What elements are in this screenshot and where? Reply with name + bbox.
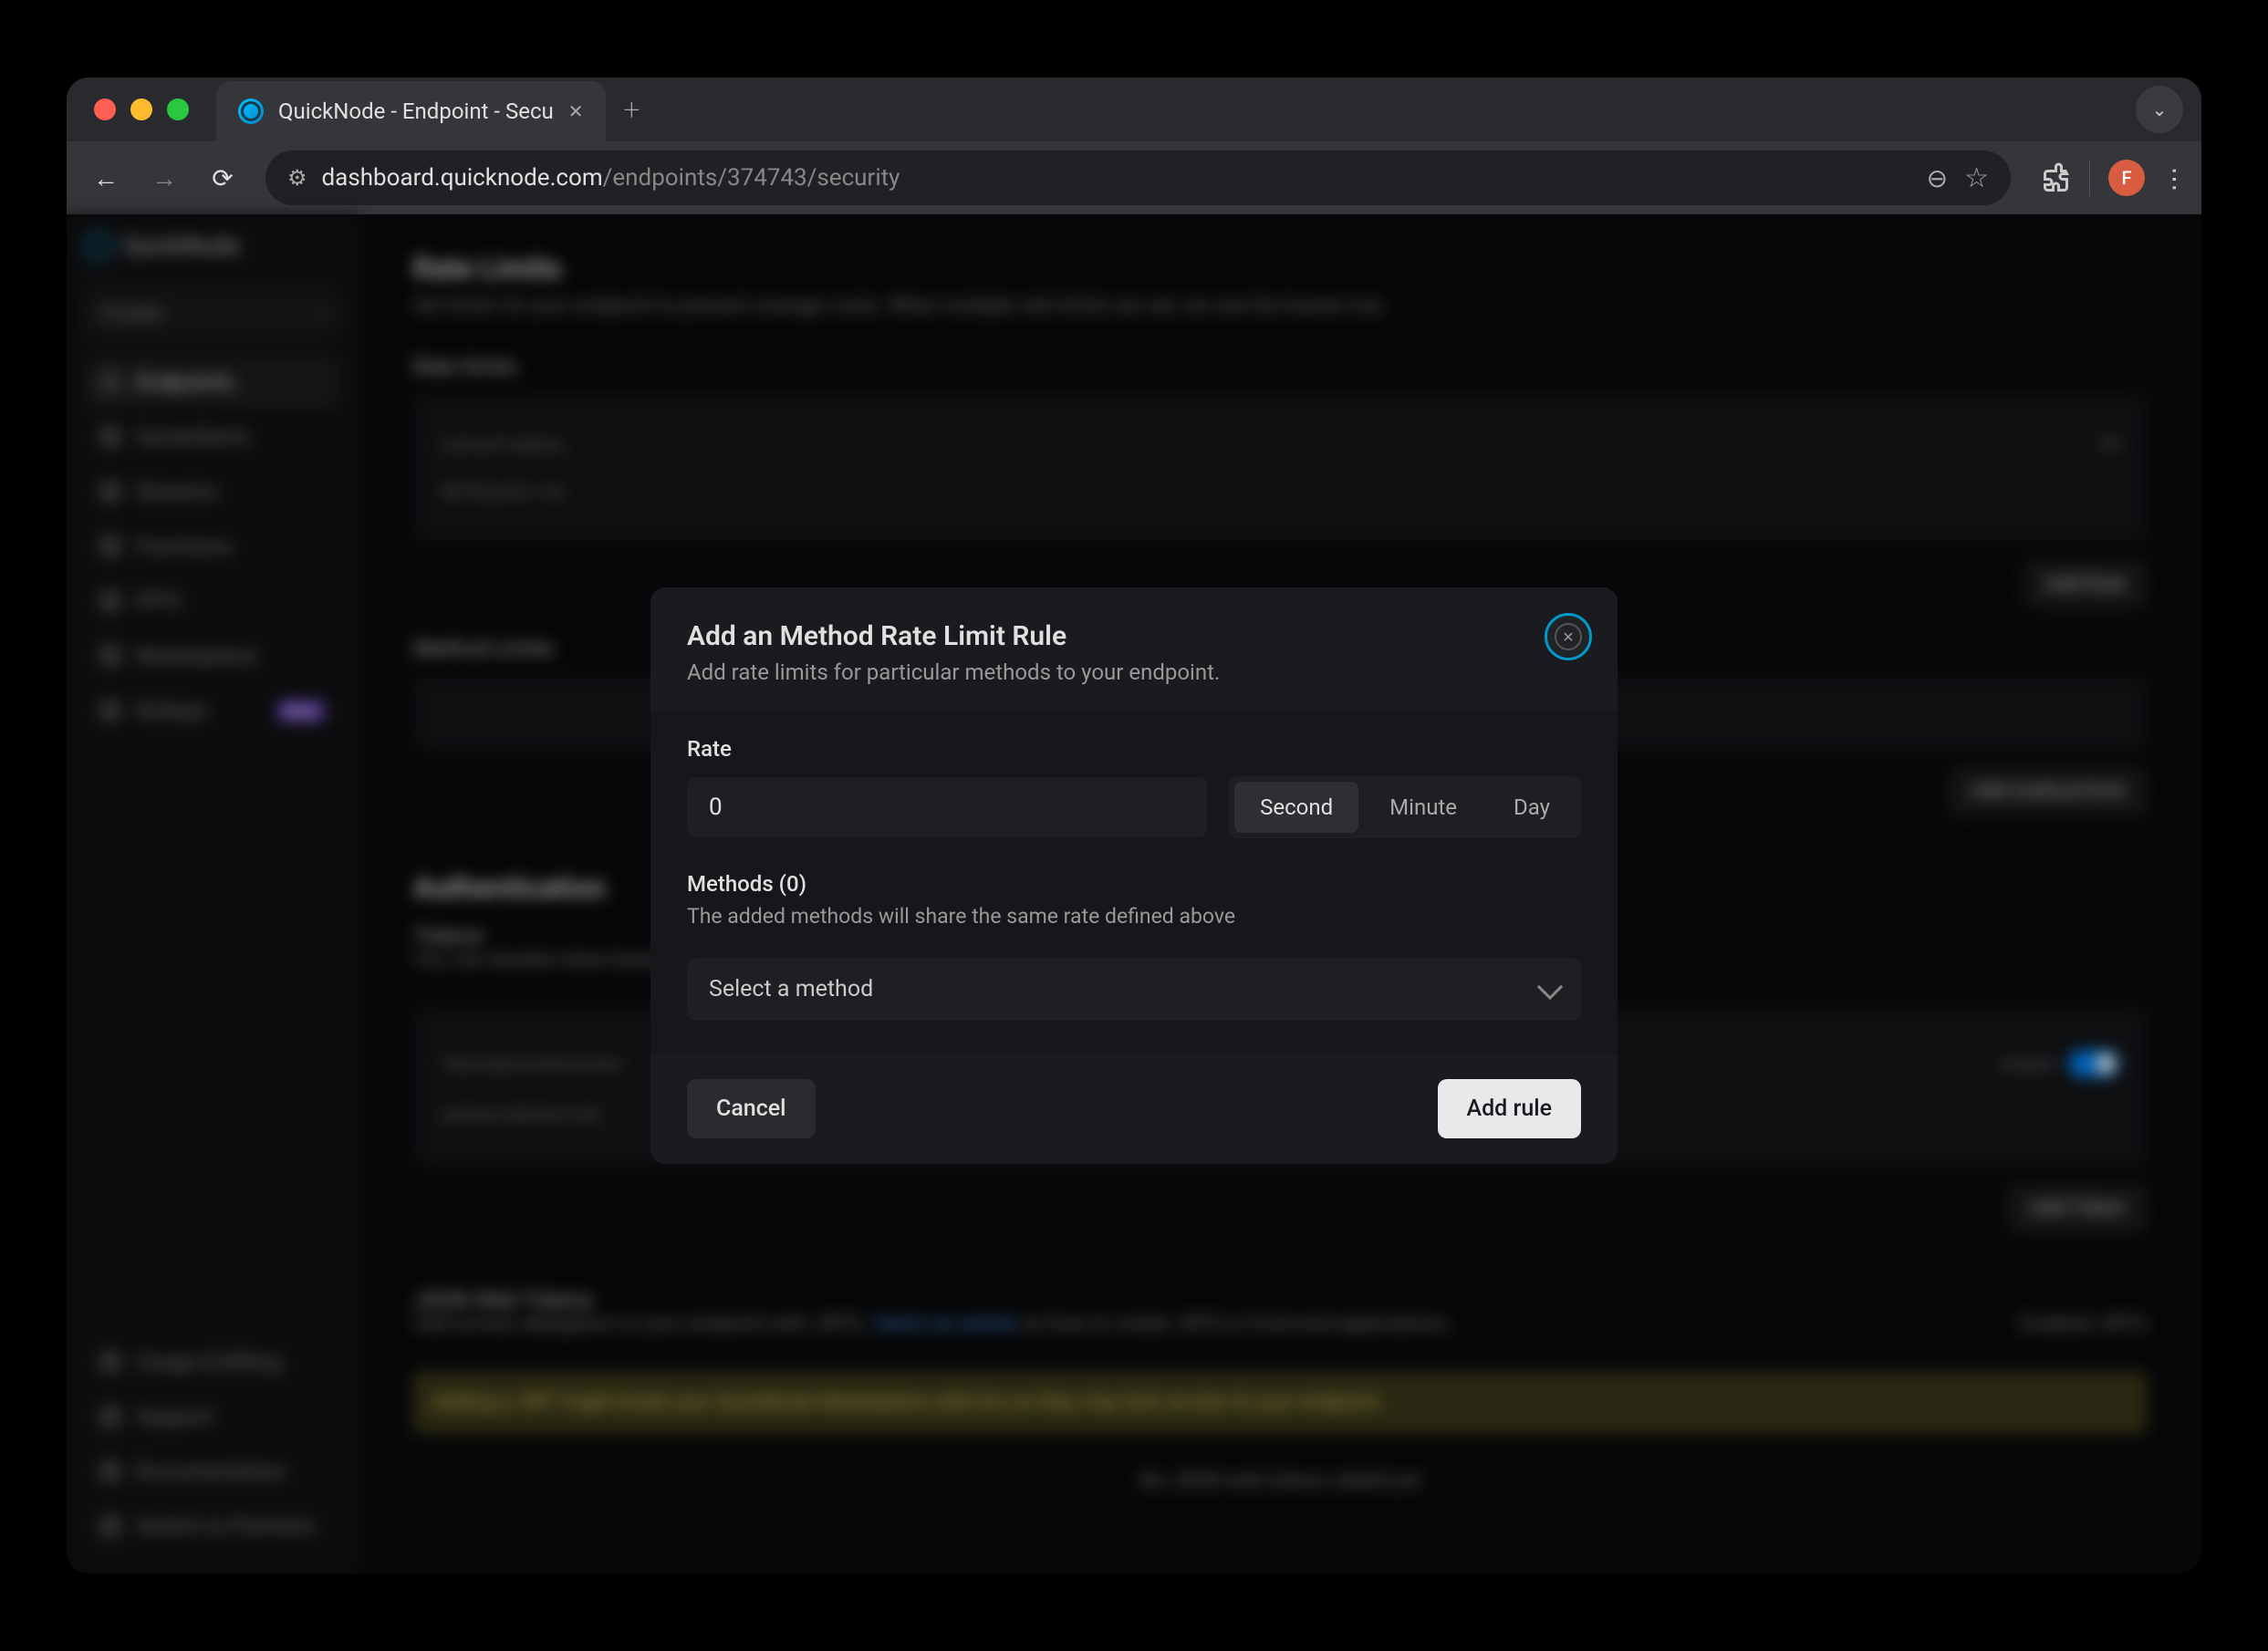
window-maximize-button[interactable] [167,99,189,120]
window-close-button[interactable] [94,99,116,120]
methods-desc: The added methods will share the same ra… [687,904,1581,929]
divider [2089,160,2090,196]
modal-subtitle: Add rate limits for particular methods t… [687,659,1581,685]
modal-close-button[interactable]: ✕ [1545,613,1592,660]
avatar-letter: F [2121,167,2131,189]
extensions-icon[interactable] [2038,161,2071,194]
tabs-dropdown-button[interactable]: ⌄ [2136,86,2183,133]
url-field[interactable]: ⚙ dashboard.quicknode.com/endpoints/3747… [265,151,2011,205]
modal-header: Add an Method Rate Limit Rule Add rate l… [650,587,1618,711]
cancel-button[interactable]: Cancel [687,1079,816,1138]
site-settings-icon[interactable]: ⚙ [287,165,307,191]
rate-value: 0 [709,794,723,821]
tab-title: QuickNode - Endpoint - Secu [278,99,554,124]
modal-overlay[interactable]: ✕ Add an Method Rate Limit Rule Add rate… [67,214,2201,1573]
modal-body: Rate 0 Second Minute Day Methods (0) The… [650,711,1618,1054]
modal-footer: Cancel Add rule [650,1054,1618,1164]
rate-input[interactable]: 0 [687,777,1207,837]
tab-favicon [238,99,264,124]
forward-button[interactable]: → [140,153,189,202]
profile-avatar[interactable]: F [2108,160,2145,196]
browser-tab[interactable]: QuickNode - Endpoint - Secu ✕ [216,81,606,141]
window-minimize-button[interactable] [130,99,152,120]
rate-label: Rate [687,736,1581,762]
browser-menu-icon[interactable]: ⋯ [2160,166,2190,190]
chevron-down-icon: ⌄ [2152,99,2168,120]
methods-label: Methods (0) [687,871,1581,897]
modal-title: Add an Method Rate Limit Rule [687,620,1581,652]
traffic-lights [94,99,189,120]
url-path: /endpoints/374743/security [603,164,900,192]
browser-window: QuickNode - Endpoint - Secu ✕ + ⌄ ← → ⟳ … [67,78,2201,1573]
time-tab-minute[interactable]: Minute [1364,782,1483,833]
bookmark-icon[interactable]: ☆ [1964,162,1989,194]
url-actions: ⊖ ☆ [1927,162,1989,194]
reload-button[interactable]: ⟳ [198,153,247,202]
url-text: dashboard.quicknode.com/endpoints/374743… [322,164,1912,192]
rate-row: 0 Second Minute Day [687,776,1581,838]
new-tab-button[interactable]: + [624,92,640,127]
chevron-down-icon [1537,973,1563,999]
modal: ✕ Add an Method Rate Limit Rule Add rate… [650,587,1618,1164]
back-button[interactable]: ← [81,153,130,202]
time-unit-tabs: Second Minute Day [1229,776,1581,838]
time-tab-second[interactable]: Second [1234,782,1358,833]
url-host: dashboard.quicknode.com [322,164,603,192]
select-placeholder: Select a method [709,976,873,1002]
zoom-icon[interactable]: ⊖ [1927,163,1948,193]
time-tab-day[interactable]: Day [1488,782,1576,833]
browser-right-icons: F ⋯ [2038,160,2187,196]
tab-close-icon[interactable]: ✕ [568,100,584,122]
method-select[interactable]: Select a method [687,958,1581,1021]
tab-bar: QuickNode - Endpoint - Secu ✕ + ⌄ [67,78,2201,141]
app-content: QuickNode Create › Endpoints QuickAlerts… [67,214,2201,1573]
url-bar: ← → ⟳ ⚙ dashboard.quicknode.com/endpoint… [67,141,2201,214]
add-rule-button[interactable]: Add rule [1438,1079,1581,1138]
close-icon: ✕ [1555,623,1582,650]
